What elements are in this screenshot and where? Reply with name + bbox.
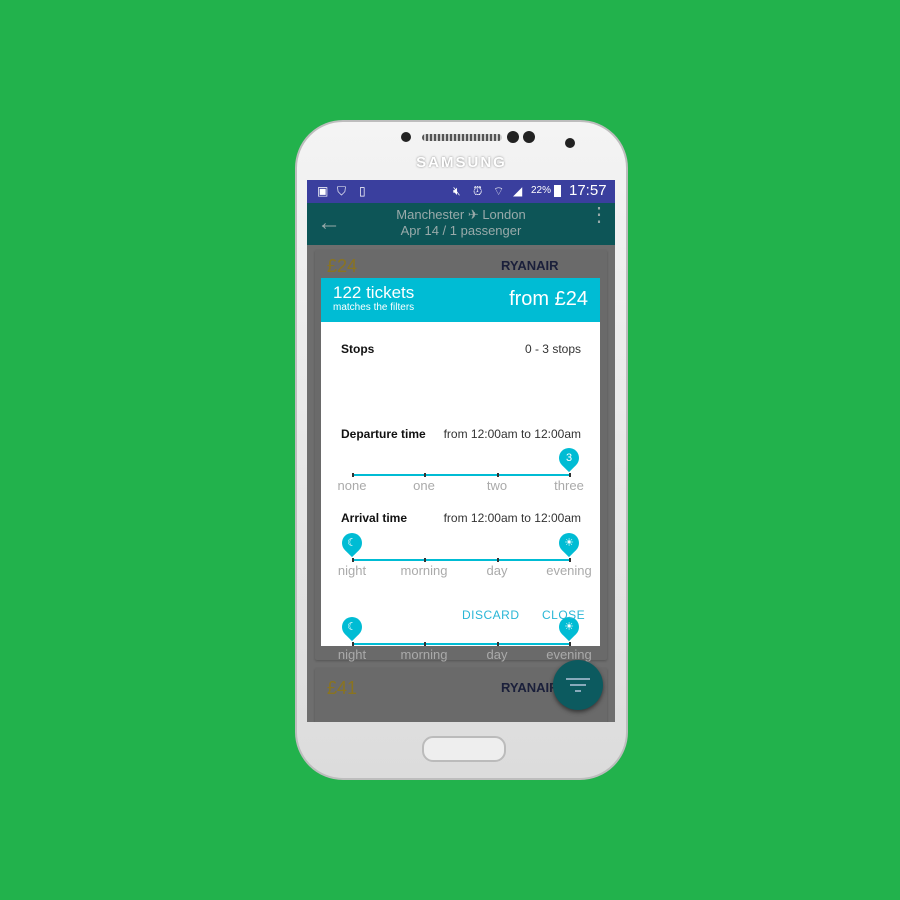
slider-tick	[352, 642, 354, 646]
slider-tick	[569, 642, 571, 646]
tick-label: none	[337, 478, 367, 493]
speaker	[422, 134, 502, 141]
stops-label: Stops	[341, 342, 375, 356]
tick-label: morning	[400, 563, 448, 578]
filter-icon-line	[575, 690, 581, 692]
slider-tick	[352, 558, 354, 562]
mute-icon: 🔇︎	[453, 184, 461, 198]
sensor	[523, 131, 535, 143]
arrival-value: from 12:00am to 12:00am	[443, 511, 581, 525]
slider-track	[352, 642, 571, 646]
gallery-icon: ▣	[317, 184, 329, 198]
tick-label: day	[486, 647, 508, 662]
slider-tick	[569, 473, 571, 477]
app-bar: ← Manchester ✈ London Apr 14 / 1 passeng…	[307, 203, 615, 245]
moon-icon[interactable]: ☾	[337, 528, 367, 558]
sensor	[507, 131, 519, 143]
sensor	[401, 132, 411, 142]
sun-icon[interactable]: ☀	[554, 528, 584, 558]
slider-tick	[497, 642, 499, 646]
tick-label: two	[486, 478, 508, 493]
filter-icon	[566, 678, 590, 680]
departure-value: from 12:00am to 12:00am	[443, 427, 581, 441]
price: £41	[327, 678, 358, 698]
tick-label: evening	[546, 647, 592, 662]
departure-label: Departure time	[341, 427, 426, 441]
home-button[interactable]	[422, 736, 506, 762]
slider-tick	[352, 473, 354, 477]
dialog-header: 122 tickets matches the filters from £24	[321, 278, 600, 322]
airline-logo: RYANAIR	[501, 680, 559, 695]
slider-tick	[424, 642, 426, 646]
status-bar: ▣ ⛉ ▯ 🔇︎ ⏰︎ ⌔ ◢ 22% 17:57	[307, 180, 615, 203]
filter-fab[interactable]	[553, 660, 603, 710]
screen: ▣ ⛉ ▯ 🔇︎ ⏰︎ ⌔ ◢ 22% 17:57 ← Manchester ✈…	[307, 180, 615, 722]
slider-tick	[497, 558, 499, 562]
route-subtitle: Apr 14 / 1 passenger	[400, 223, 522, 238]
device-icon: ▯	[359, 184, 366, 198]
tick-label: night	[337, 563, 367, 578]
moon-icon[interactable]: ☾	[337, 612, 367, 642]
moon-icon-glyph: ☾	[347, 537, 357, 549]
back-arrow-icon[interactable]: ←	[317, 209, 341, 237]
tick-label: night	[337, 647, 367, 662]
slider-tick	[497, 473, 499, 477]
clock: 17:57	[569, 182, 607, 199]
filter-icon-line	[570, 684, 586, 686]
alarm-icon: ⏰︎	[473, 184, 483, 198]
tick-label: one	[413, 478, 435, 493]
stops-value: 0 - 3 stops	[524, 342, 581, 356]
arrival-label: Arrival time	[341, 511, 408, 525]
close-button[interactable]: CLOSE	[542, 608, 585, 622]
tick-label: evening	[546, 563, 592, 578]
stops-handle[interactable]: 3	[554, 443, 584, 473]
moon-icon-glyph: ☾	[347, 621, 357, 633]
slider-tick	[424, 473, 426, 477]
battery-percent: 22%	[531, 185, 552, 196]
more-menu-icon[interactable]: ⋮	[589, 205, 609, 225]
ticket-count-sub: matches the filters	[333, 302, 415, 313]
slider-track	[352, 473, 571, 477]
filter-dialog: 122 tickets matches the filters from £24…	[321, 278, 600, 662]
slider-tick	[569, 558, 571, 562]
ticket-count: 122 tickets	[333, 283, 415, 302]
wifi-icon: ⌔	[493, 184, 505, 198]
tick-label: three	[554, 478, 584, 493]
route-title: Manchester ✈ London	[396, 207, 526, 222]
signal-icon: ◢	[513, 184, 523, 198]
price: £24	[327, 256, 358, 276]
tick-label: day	[486, 563, 508, 578]
battery-icon	[554, 185, 561, 197]
tick-label: morning	[400, 647, 448, 662]
discard-button[interactable]: DISCARD	[462, 608, 520, 622]
min-price: from £24	[509, 288, 588, 310]
shield-icon: ⛉	[337, 184, 347, 198]
slider-track	[352, 558, 571, 562]
slider-tick	[424, 558, 426, 562]
front-camera	[565, 138, 575, 148]
stops-handle-glyph: 3	[565, 452, 573, 464]
sun-icon-glyph: ☀	[564, 537, 574, 549]
brand-logo: SAMSUNG	[416, 154, 507, 171]
airline-logo: RYANAIR	[501, 258, 559, 273]
